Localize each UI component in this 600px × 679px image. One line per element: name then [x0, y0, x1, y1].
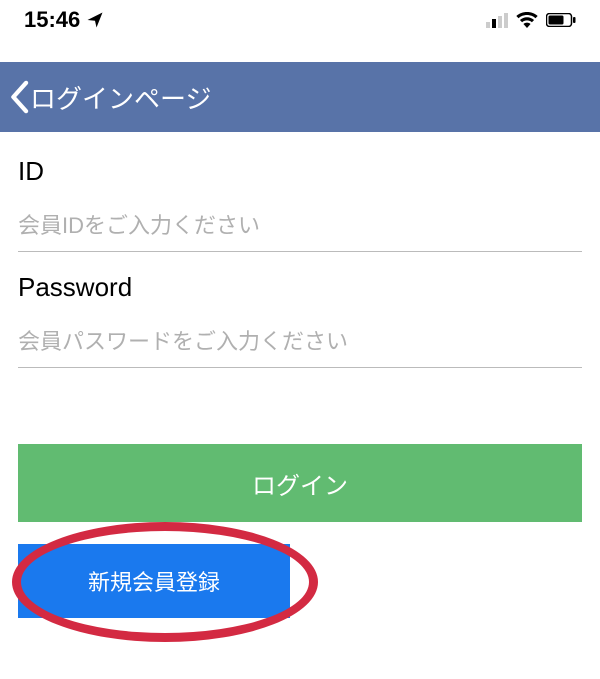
battery-icon [546, 13, 576, 27]
wifi-icon [516, 12, 538, 28]
id-label: ID [18, 156, 582, 187]
id-field-block: ID [18, 156, 582, 252]
login-form: ID Password [0, 132, 600, 368]
password-field-block: Password [18, 272, 582, 368]
status-right [486, 12, 576, 28]
cell-signal-icon [486, 12, 508, 28]
button-area: ログイン 新規会員登録 [0, 388, 600, 618]
back-button[interactable]: ログインページ [8, 79, 211, 116]
nav-title: ログインページ [30, 79, 211, 116]
status-time: 15:46 [24, 7, 80, 33]
login-button[interactable]: ログイン [18, 444, 582, 522]
password-label: Password [18, 272, 582, 303]
location-arrow-icon [86, 11, 104, 29]
register-row: 新規会員登録 [18, 544, 582, 618]
chevron-left-icon [8, 80, 30, 114]
status-bar: 15:46 [0, 0, 600, 40]
nav-bar: ログインページ [0, 62, 600, 132]
status-left: 15:46 [24, 7, 104, 33]
register-button[interactable]: 新規会員登録 [18, 544, 290, 618]
id-input[interactable] [18, 207, 582, 252]
password-input[interactable] [18, 323, 582, 368]
